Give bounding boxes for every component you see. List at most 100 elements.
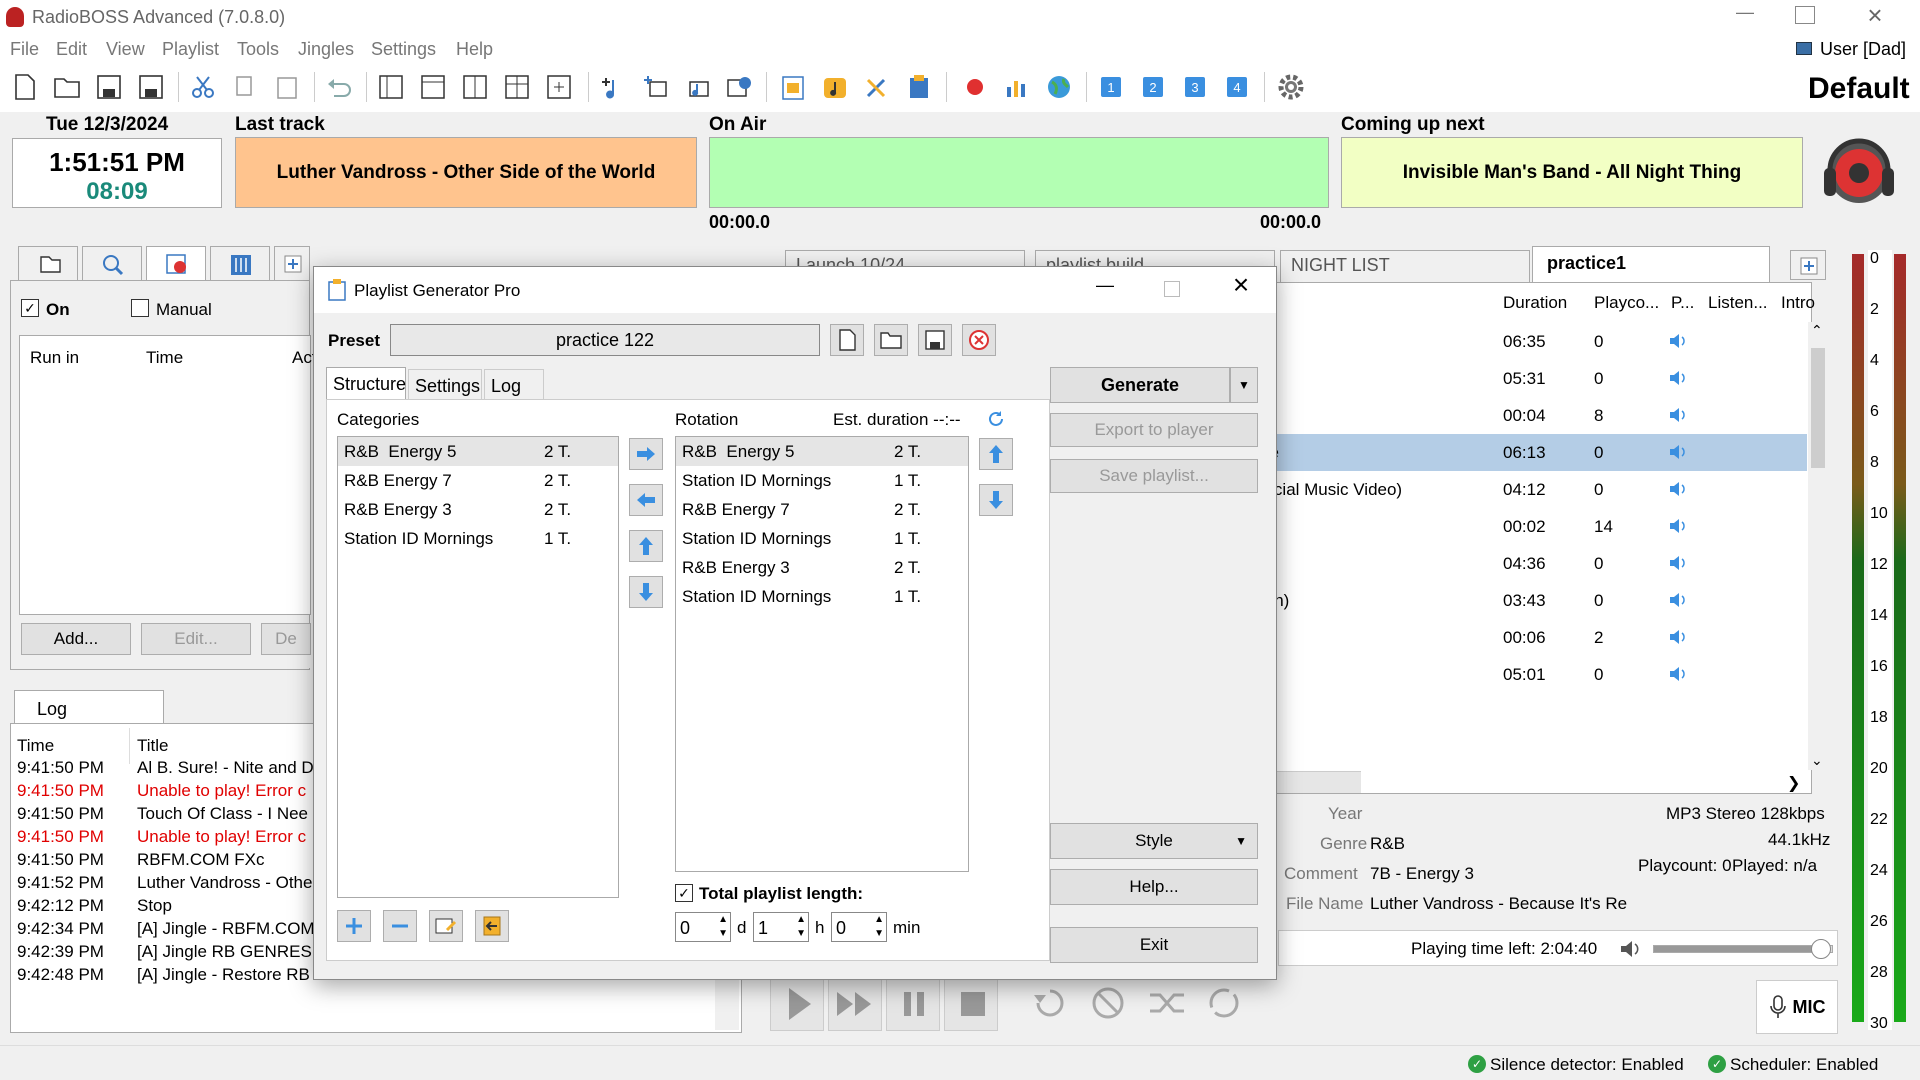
rotation-item[interactable]: R&B Energy 5 2 T. <box>676 437 968 466</box>
preset-field[interactable]: practice 122 <box>390 324 820 356</box>
block-icon[interactable] <box>1088 983 1128 1028</box>
refresh-duration-icon[interactable] <box>987 410 1005 433</box>
insert-url-icon[interactable] <box>722 70 756 104</box>
style-button[interactable]: Style ▼ <box>1050 823 1258 859</box>
stats-icon[interactable] <box>1000 70 1034 104</box>
col-time[interactable]: Time <box>146 348 183 368</box>
vscroll-thumb[interactable] <box>1811 348 1825 468</box>
copy-icon[interactable] <box>228 70 262 104</box>
paste-icon[interactable] <box>270 70 304 104</box>
rotation-item[interactable]: R&B Energy 7 2 T. <box>676 495 968 524</box>
tab-mixer-icon[interactable] <box>210 246 270 280</box>
generate-dropdown-icon[interactable]: ▼ <box>1230 367 1258 403</box>
save-icon[interactable] <box>92 70 126 104</box>
rotation-item[interactable]: R&B Energy 3 2 T. <box>676 553 968 582</box>
speaker-icon[interactable] <box>1669 592 1687 613</box>
dialog-tab-structure[interactable]: Structure <box>326 367 406 399</box>
edit-category-icon[interactable] <box>429 910 463 942</box>
delete-event-button[interactable]: De <box>261 623 311 655</box>
tab-practice1[interactable]: practice1 <box>1532 246 1770 282</box>
col-duration[interactable]: Duration <box>1503 293 1567 313</box>
dialog-tab-log[interactable]: Log <box>484 369 544 399</box>
menu-help[interactable]: Help <box>456 39 493 60</box>
save-preset-icon[interactable] <box>918 324 952 356</box>
manual-checkbox[interactable] <box>131 299 149 317</box>
remove-category-icon[interactable] <box>383 910 417 942</box>
record-icon[interactable] <box>958 70 992 104</box>
scheduler-status[interactable]: Scheduler: Enabled <box>1730 1055 1878 1075</box>
save-as-icon[interactable] <box>134 70 168 104</box>
on-air-panel[interactable] <box>709 137 1329 208</box>
user-label[interactable]: User [Dad] <box>1820 39 1906 60</box>
on-checkbox[interactable]: ✓ <box>21 299 39 317</box>
tab-scheduler-icon[interactable] <box>146 246 206 280</box>
player-2-icon[interactable]: 2 <box>1136 70 1170 104</box>
layout-add-icon[interactable] <box>542 70 576 104</box>
category-down-icon[interactable] <box>629 576 663 608</box>
open-preset-icon[interactable] <box>874 324 908 356</box>
layout-top-icon[interactable] <box>416 70 450 104</box>
rotation-item[interactable]: Station ID Mornings 1 T. <box>676 582 968 611</box>
add-to-rotation-icon[interactable] <box>629 438 663 470</box>
exit-button[interactable]: Exit <box>1050 927 1258 963</box>
speaker-icon[interactable] <box>1669 555 1687 576</box>
add-category-icon[interactable] <box>337 910 371 942</box>
col-playcount[interactable]: Playco... <box>1594 293 1659 313</box>
close-button[interactable]: × <box>1860 0 1890 30</box>
menu-file[interactable]: File <box>10 39 39 60</box>
open-folder-icon[interactable] <box>50 70 84 104</box>
insert-track-icon[interactable] <box>638 70 672 104</box>
edit-event-button[interactable]: Edit... <box>141 623 251 655</box>
days-spinner[interactable]: 0 ▲ ▼ <box>675 912 731 942</box>
scheduler-list[interactable]: Run in Time Acti <box>19 335 320 668</box>
generate-button[interactable]: Generate <box>1050 367 1230 403</box>
speaker-icon[interactable] <box>1669 481 1687 502</box>
restore-button[interactable] <box>1795 6 1815 24</box>
scheduler-icon[interactable] <box>776 70 810 104</box>
category-item[interactable]: Station ID Mornings 1 T. <box>338 524 618 553</box>
silence-status[interactable]: Silence detector: Enabled <box>1490 1055 1684 1075</box>
player-3-icon[interactable]: 3 <box>1178 70 1212 104</box>
globe-icon[interactable] <box>1042 70 1076 104</box>
player-4-icon[interactable]: 4 <box>1220 70 1254 104</box>
next-button[interactable] <box>828 975 882 1031</box>
volume-slider[interactable] <box>1653 939 1833 959</box>
delete-preset-icon[interactable] <box>962 324 996 356</box>
category-up-icon[interactable] <box>629 530 663 562</box>
minimize-button[interactable]: — <box>1730 2 1760 30</box>
tab-night-list[interactable]: NIGHT LIST <box>1280 250 1530 282</box>
save-playlist-button[interactable]: Save playlist... <box>1050 459 1258 493</box>
layout-split-icon[interactable] <box>458 70 492 104</box>
playlist-vscroll[interactable]: ⌃ ⌄ <box>1808 322 1828 770</box>
layout-grid-icon[interactable] <box>500 70 534 104</box>
log-col-time[interactable]: Time <box>17 736 54 756</box>
add-track-icon[interactable] <box>596 70 630 104</box>
rotation-up-icon[interactable] <box>979 438 1013 470</box>
total-length-checkbox[interactable]: ✓ <box>675 884 693 902</box>
new-preset-icon[interactable] <box>830 324 864 356</box>
volume-icon[interactable] <box>1619 939 1641 964</box>
speaker-icon[interactable] <box>1669 666 1687 687</box>
mic-button[interactable]: MIC <box>1756 980 1838 1034</box>
new-file-icon[interactable] <box>8 70 42 104</box>
log-col-title[interactable]: Title <box>137 736 169 756</box>
insert-folder-icon[interactable] <box>680 70 714 104</box>
tab-search-icon[interactable] <box>82 246 142 280</box>
stop-button[interactable] <box>944 975 998 1031</box>
col-intro[interactable]: Intro <box>1781 293 1815 313</box>
settings-gear-icon[interactable] <box>1274 70 1308 104</box>
category-item[interactable]: R&B Energy 7 2 T. <box>338 466 618 495</box>
vscroll-down-icon[interactable]: ⌄ <box>1811 752 1823 769</box>
tab-folder-icon[interactable] <box>18 246 78 280</box>
dialog-close-button[interactable]: × <box>1226 269 1256 303</box>
speaker-icon[interactable] <box>1669 370 1687 391</box>
menu-edit[interactable]: Edit <box>56 39 87 60</box>
shuffle-icon[interactable] <box>1146 983 1190 1028</box>
tab-add-icon[interactable] <box>274 246 310 280</box>
menu-view[interactable]: View <box>106 39 145 60</box>
dialog-tab-settings[interactable]: Settings <box>408 369 482 399</box>
menu-jingles[interactable]: Jingles <box>298 39 354 60</box>
col-p[interactable]: P... <box>1671 293 1694 313</box>
jingle-icon[interactable] <box>818 70 852 104</box>
add-event-button[interactable]: Add... <box>21 623 131 655</box>
